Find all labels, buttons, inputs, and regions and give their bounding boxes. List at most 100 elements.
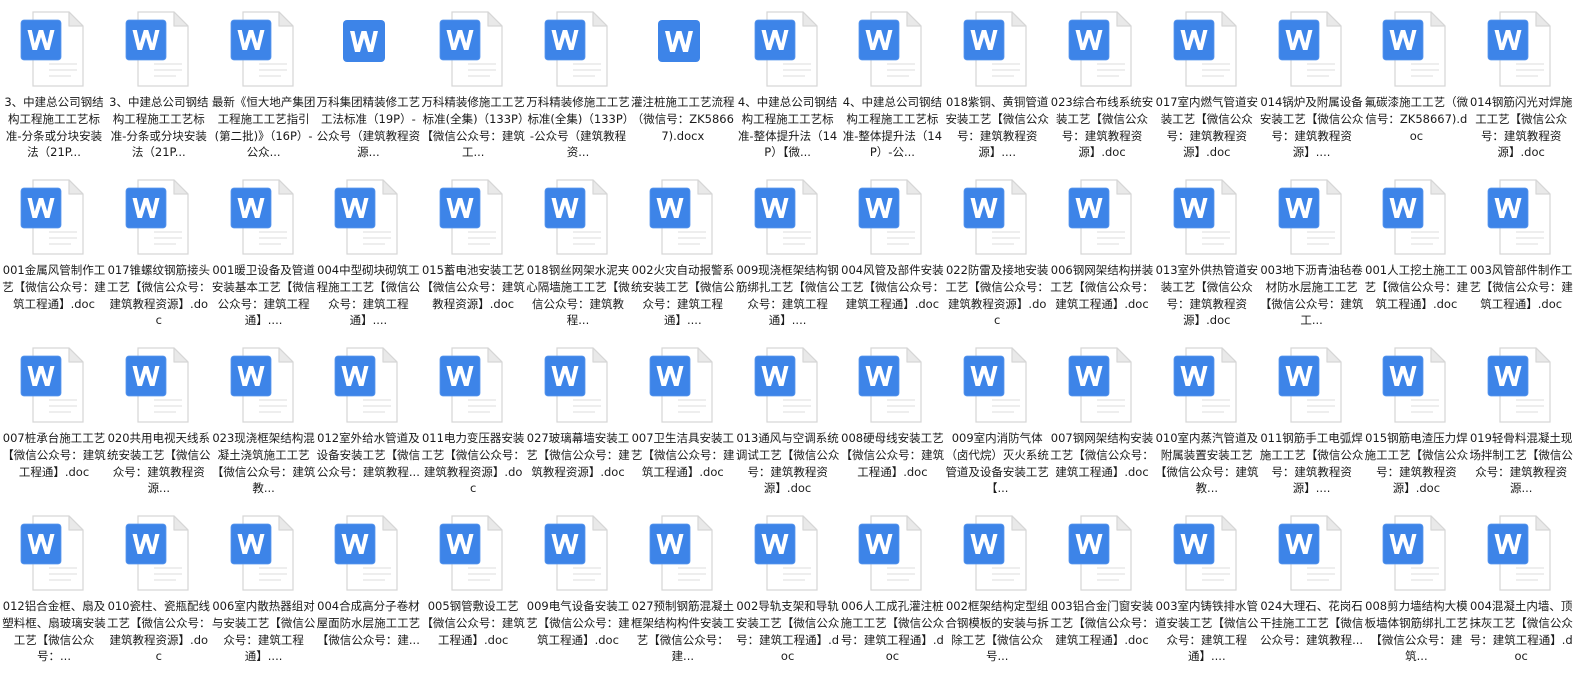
file-item[interactable]: 009现浇框架结构钢筋绑扎工艺【微信公众号：建筑工程通】.... [736, 168, 840, 336]
file-item[interactable]: 014钢筋闪光对焊施工工艺【微信公众号：建筑教程资源】.doc [1469, 0, 1573, 168]
file-name: 027预制钢筋混凝土框架结构构件安装工艺【微信公众号：建... [631, 599, 735, 664]
file-item[interactable]: 最新《恒大地产集团工程施工工艺指引(第二批)》（16P）-公众... [212, 0, 316, 168]
file-name: 013通风与空调系统调试工艺【微信公众号：建筑教程资源】.doc [735, 431, 840, 496]
file-item[interactable]: 4、中建总公司钢结构工程施工工艺标准-整体提升法（14P）【微... [736, 0, 840, 168]
file-item[interactable]: 023现浇框架结构混凝土浇筑施工工艺【微信公众号：建筑教... [212, 336, 316, 504]
file-item[interactable]: 003室内铸铁排水管道安装工艺【微信公众号：建筑工程通】.... [1155, 504, 1259, 672]
file-item[interactable]: 024大理石、花岗石干挂施工工艺【微信公众号：建筑教程... [1260, 504, 1364, 672]
file-item[interactable]: 022防雷及接地安装工艺【微信公众号：建筑教程资源】.doc [945, 168, 1049, 336]
word-document-icon [1381, 512, 1451, 596]
file-item[interactable]: 023综合布线系统安装工艺【微信公众号：建筑教程资源】.doc [1050, 0, 1154, 168]
file-name: 001人工挖土施工工艺【微信公众号：建筑工程通】.doc [1364, 263, 1469, 311]
word-document-icon [543, 176, 613, 260]
file-item[interactable]: 006室内散热器组对与安装工艺【微信公众号：建筑工程通】.... [212, 504, 316, 672]
word-document-icon [19, 344, 89, 428]
file-item[interactable]: 011电力变压器安装工艺【微信公众号：建筑教程资源】.doc [421, 336, 525, 504]
file-item[interactable]: 001金属风管制作工艺【微信公众号：建筑工程通】.doc [2, 168, 106, 336]
file-item[interactable]: 020共用电视天线系统安装工艺【微信公众号：建筑教程资源... [107, 336, 211, 504]
file-name: 015钢筋电渣压力焊施工工艺【微信公众号：建筑教程资源】.doc [1364, 431, 1469, 496]
file-item[interactable]: 007卫生洁具安装工艺【微信公众号：建筑工程通】.doc [631, 336, 735, 504]
file-item[interactable]: 004合成高分子卷材屋面防水层施工工艺【微信公众号：建... [316, 504, 420, 672]
file-item[interactable]: 027玻璃幕墙安装工艺【微信公众号：建筑教程资源】.doc [526, 336, 630, 504]
file-grid: 3、中建总公司钢结构工程施工工艺标准-分条或分块安装法（21P... 3、中建总公… [0, 0, 1587, 681]
file-item[interactable]: 004中型砌块砌筑工程施工工艺【微信公众号：建筑工程通】.... [316, 168, 420, 336]
file-item[interactable]: 017锥螺纹钢筋接头工艺【微信公众号：建筑教程资源】.doc [107, 168, 211, 336]
file-item[interactable]: 006钢网架结构拼装工艺【微信公众号：建筑工程通】.doc [1050, 168, 1154, 336]
file-name: 017锥螺纹钢筋接头工艺【微信公众号：建筑教程资源】.doc [107, 263, 211, 328]
file-item[interactable]: 012室外给水管道及设备安装工艺【微信公众号：建筑教程... [316, 336, 420, 504]
file-name: 020共用电视天线系统安装工艺【微信公众号：建筑教程资源... [107, 431, 211, 496]
file-item[interactable]: 002框架结构定型组合钢模板的安装与拆除工艺【微信公众号... [945, 504, 1049, 672]
file-item[interactable]: 011钢筋手工电弧焊施工工艺【微信公众号：建筑教程资源】.... [1260, 336, 1364, 504]
file-item[interactable]: 氟碳漆施工工艺（微信号：ZK58667).doc [1364, 0, 1468, 168]
file-item[interactable]: 万科精装修施工工艺标准(全集)（133P）-公众号（建筑教程资... [526, 0, 630, 168]
file-name: 006人工成孔灌注桩施工工艺【微信公众号：建筑工程通】.doc [840, 599, 945, 664]
file-item[interactable]: 003铝合金门窗安装工艺【微信公众号：建筑工程通】.doc [1050, 504, 1154, 672]
file-item[interactable]: 灌注桩施工工艺流程（微信号：ZK58667).docx [631, 0, 735, 168]
file-name: 灌注桩施工工艺流程（微信号：ZK58667).docx [631, 95, 735, 143]
file-name: 007卫生洁具安装工艺【微信公众号：建筑工程通】.doc [631, 431, 735, 479]
file-item[interactable]: 013室外供热管道安装工艺【微信公众号：建筑教程资源】.doc [1155, 168, 1259, 336]
word-document-icon [962, 8, 1032, 92]
word-document-icon [229, 512, 299, 596]
file-item[interactable]: 007桩承台施工工艺【微信公众号：建筑工程通】.doc [2, 336, 106, 504]
word-document-icon [438, 176, 508, 260]
word-document-icon [333, 344, 403, 428]
word-document-icon [1381, 344, 1451, 428]
file-item[interactable]: 019轻骨料混凝土现场拌制工艺【微信公众号：建筑教程资源... [1469, 336, 1573, 504]
file-name: 012室外给水管道及设备安装工艺【微信公众号：建筑教程... [316, 431, 421, 479]
word-document-icon [1486, 344, 1556, 428]
file-item[interactable]: 002火灾自动报警系统安装工艺【微信公众号：建筑工程通】.... [631, 168, 735, 336]
file-item[interactable]: 001人工挖土施工工艺【微信公众号：建筑工程通】.doc [1364, 168, 1468, 336]
file-item[interactable]: 004混凝土内墙、顶抹灰工艺【微信公众号：建筑工程通】.doc [1469, 504, 1573, 672]
file-name: 023现浇框架结构混凝土浇筑施工工艺【微信公众号：建筑教... [211, 431, 316, 496]
file-item[interactable]: 002导轨支架和导轨安装工艺【微信公众号：建筑工程通】.doc [736, 504, 840, 672]
file-name: 003风管部件制作工艺【微信公众号：建筑工程通】.doc [1469, 263, 1573, 311]
file-item[interactable]: 018紫铜、黄铜管道安装工艺【微信公众号：建筑教程资源】.... [945, 0, 1049, 168]
file-item[interactable]: 008剪力墙结构大模板墙体钢筋绑扎工艺【微信公众号：建筑... [1364, 504, 1468, 672]
file-item[interactable]: 015钢筋电渣压力焊施工工艺【微信公众号：建筑教程资源】.doc [1364, 336, 1468, 504]
file-item[interactable]: 001暖卫设备及管道安装基本工艺【微信公众号：建筑工程通】.... [212, 168, 316, 336]
file-name: 002火灾自动报警系统安装工艺【微信公众号：建筑工程通】.... [631, 263, 735, 328]
file-item[interactable]: 010瓷柱、瓷瓶配线工艺【微信公众号：建筑教程资源】.doc [107, 504, 211, 672]
file-item[interactable]: 007钢网架结构安装工艺【微信公众号：建筑工程通】.doc [1050, 336, 1154, 504]
file-item[interactable]: 3、中建总公司钢结构工程施工工艺标准-分条或分块安装法（21P... [2, 0, 106, 168]
file-name: 004风管及部件安装工艺【微信公众号：建筑工程通】.doc [840, 263, 945, 311]
file-name: 万科集团精装修工艺工法标准（19P）-公众号（建筑教程资源... [316, 95, 421, 160]
file-item[interactable]: 003地下沥青油毡卷材防水层施工工艺【微信公众号：建筑工... [1260, 168, 1364, 336]
file-item[interactable]: 3、中建总公司钢结构工程施工工艺标准-分条或分块安装法（21P... [107, 0, 211, 168]
file-item[interactable]: 014锅炉及附属设备安装工艺【微信公众号：建筑教程资源】.... [1260, 0, 1364, 168]
word-document-icon [333, 512, 403, 596]
file-item[interactable]: 013通风与空调系统调试工艺【微信公众号：建筑教程资源】.doc [736, 336, 840, 504]
file-item[interactable]: 010室内蒸汽管道及附属装置安装工艺【微信公众号：建筑教... [1155, 336, 1259, 504]
file-item[interactable]: 005钢管敷设工艺【微信公众号：建筑工程通】.doc [421, 504, 525, 672]
word-document-icon [229, 176, 299, 260]
word-document-icon [1381, 8, 1451, 92]
file-name: 最新《恒大地产集团工程施工工艺指引(第二批)》（16P）-公众... [211, 95, 316, 160]
file-item[interactable]: 006人工成孔灌注桩施工工艺【微信公众号：建筑工程通】.doc [840, 504, 944, 672]
file-item[interactable]: 009室内消防气体（卤代烷）灭火系统管道及设备安装工艺【... [945, 336, 1049, 504]
file-item[interactable]: 004风管及部件安装工艺【微信公众号：建筑工程通】.doc [840, 168, 944, 336]
file-name: 011钢筋手工电弧焊施工工艺【微信公众号：建筑教程资源】.... [1259, 431, 1364, 496]
file-item[interactable]: 008硬母线安装工艺【微信公众号：建筑工程通】.doc [840, 336, 944, 504]
file-item[interactable]: 017室内燃气管道安装工艺【微信公众号：建筑教程资源】.doc [1155, 0, 1259, 168]
file-item[interactable]: 万科集团精装修工艺工法标准（19P）-公众号（建筑教程资源... [316, 0, 420, 168]
file-item[interactable]: 015蓄电池安装工艺【微信公众号：建筑教程资源】.doc [421, 168, 525, 336]
word-document-icon [438, 344, 508, 428]
file-item[interactable]: 003风管部件制作工艺【微信公众号：建筑工程通】.doc [1469, 168, 1573, 336]
file-name: 4、中建总公司钢结构工程施工工艺标准-整体提升法（14P）-公... [842, 95, 943, 160]
file-item[interactable]: 027预制钢筋混凝土框架结构构件安装工艺【微信公众号：建... [631, 504, 735, 672]
file-item[interactable]: 018钢丝网架水泥夹心隔墙施工工艺【微信公众号：建筑教程... [526, 168, 630, 336]
file-name: 013室外供热管道安装工艺【微信公众号：建筑教程资源】.doc [1155, 263, 1259, 328]
word-document-icon [124, 176, 194, 260]
file-name: 022防雷及接地安装工艺【微信公众号：建筑教程资源】.doc [945, 263, 1049, 328]
word-document-icon [229, 344, 299, 428]
word-document-icon [753, 8, 823, 92]
file-item[interactable]: 009电气设备安装工艺【微信公众号：建筑工程通】.doc [526, 504, 630, 672]
word-document-icon [1067, 176, 1137, 260]
word-docx-icon [648, 8, 718, 92]
file-item[interactable]: 4、中建总公司钢结构工程施工工艺标准-整体提升法（14P）-公... [840, 0, 944, 168]
file-item[interactable]: 万科精装修施工工艺标准(全集)（133P）【微信公众号：建筑工... [421, 0, 525, 168]
word-document-icon [857, 512, 927, 596]
file-item[interactable]: 012铝合金框、扇及塑料框、扇玻璃安装工艺【微信公众号：... [2, 504, 106, 672]
